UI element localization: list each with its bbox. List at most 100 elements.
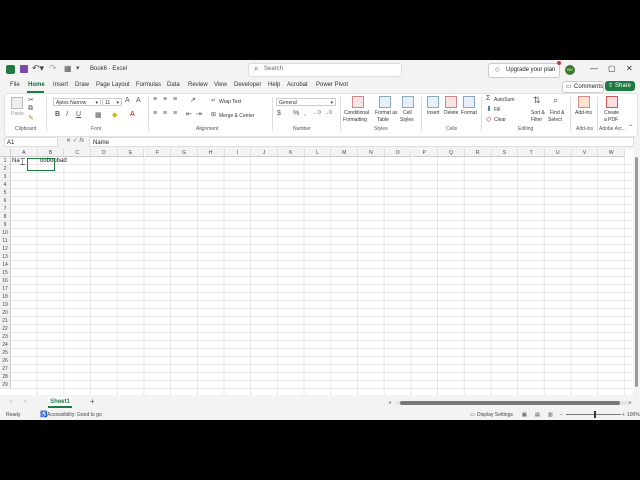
normal-view-icon[interactable]: ▦	[522, 412, 527, 418]
row-header[interactable]: 10	[0, 229, 11, 237]
copy-icon[interactable]: ⧉	[28, 105, 33, 113]
row-header[interactable]: 15	[0, 269, 11, 277]
horizontal-scroll-thumb[interactable]	[400, 401, 620, 405]
tab-draw[interactable]: Draw	[75, 82, 89, 88]
maximize-icon[interactable]: ▢	[608, 64, 616, 73]
column-header[interactable]: O	[384, 149, 412, 157]
column-header[interactable]: H	[197, 149, 225, 157]
column-header[interactable]: C	[64, 149, 92, 157]
tab-home[interactable]: Home	[28, 82, 45, 88]
row-header[interactable]: 20	[0, 309, 11, 317]
formula-input[interactable]: Name	[89, 137, 634, 147]
row-header[interactable]: 18	[0, 293, 11, 301]
column-header[interactable]: W	[598, 149, 626, 157]
cell-styles-icon[interactable]	[402, 96, 414, 108]
accessibility-status[interactable]: Accessibility: Good to go	[47, 412, 102, 418]
format-as-table-icon[interactable]	[379, 96, 391, 108]
column-header[interactable]: N	[358, 149, 385, 157]
row-header[interactable]: 26	[0, 357, 11, 365]
align-right-icon[interactable]: ≡	[173, 110, 177, 117]
align-top-icon[interactable]: ≡	[153, 96, 157, 103]
column-header[interactable]: P	[411, 149, 439, 157]
prev-sheet-icon[interactable]: ‹	[10, 399, 12, 405]
spreadsheet-grid[interactable]: ABCDEFGHIJKLMNOPQRSTUVW 1 2 3 4 5 6 7 8 9 10 11 12 1…	[0, 149, 640, 395]
column-header[interactable]: F	[144, 149, 172, 157]
column-header[interactable]: U	[545, 149, 572, 157]
column-header[interactable]: J	[251, 149, 278, 157]
increase-decimal-icon[interactable]: ←0	[313, 110, 321, 116]
page-layout-view-icon[interactable]: ▤	[535, 412, 540, 418]
row-header[interactable]: 29	[0, 381, 11, 389]
column-header[interactable]: G	[171, 149, 198, 157]
row-header[interactable]: 22	[0, 325, 11, 333]
tab-power-pivot[interactable]: Power Pivot	[316, 82, 348, 88]
row-header[interactable]: 7	[0, 205, 11, 213]
font-name-dropdown[interactable]: Aptos Narrow ▾	[53, 98, 101, 106]
accounting-format-icon[interactable]: $	[277, 110, 281, 117]
number-format-dropdown[interactable]: General ▾	[276, 98, 336, 106]
close-icon[interactable]: ✕	[626, 64, 633, 73]
row-header[interactable]: 24	[0, 341, 11, 349]
column-header[interactable]: D	[91, 149, 118, 157]
align-center-icon[interactable]: ≡	[163, 110, 167, 117]
tab-formulas[interactable]: Formulas	[136, 82, 161, 88]
create-pdf-icon[interactable]	[606, 96, 618, 108]
row-header[interactable]: 9	[0, 221, 11, 229]
minimize-icon[interactable]: —	[590, 64, 598, 73]
column-header[interactable]: A	[11, 149, 38, 157]
select-all-corner[interactable]	[0, 149, 11, 157]
insert-cells-icon[interactable]	[427, 96, 439, 108]
row-header[interactable]: 6	[0, 197, 11, 205]
zoom-in-icon[interactable]: +	[622, 412, 625, 418]
fill-color-icon[interactable]: ◆	[112, 111, 117, 119]
collapse-ribbon-icon[interactable]: ⌃	[628, 124, 633, 131]
decrease-indent-icon[interactable]: ⇤	[186, 110, 192, 118]
borders-icon[interactable]: ▦	[95, 111, 102, 119]
percent-icon[interactable]: %	[293, 110, 299, 117]
zoom-out-icon[interactable]: −	[560, 412, 563, 418]
redo-icon[interactable]: ↷	[49, 63, 57, 74]
bold-icon[interactable]: B	[55, 111, 60, 118]
row-header[interactable]: 21	[0, 317, 11, 325]
orientation-icon[interactable]: ↗	[190, 96, 196, 104]
add-ins-icon[interactable]	[578, 96, 590, 108]
row-header[interactable]: 23	[0, 333, 11, 341]
tab-developer[interactable]: Developer	[234, 82, 261, 88]
column-header[interactable]: R	[464, 149, 492, 157]
tab-file[interactable]: File	[10, 82, 20, 88]
row-header[interactable]: 4	[0, 181, 11, 189]
row-header[interactable]: 8	[0, 213, 11, 221]
column-header[interactable]: E	[117, 149, 145, 157]
increase-indent-icon[interactable]: ⇥	[196, 110, 202, 118]
format-painter-icon[interactable]: ✎	[28, 114, 34, 122]
column-header[interactable]: V	[571, 149, 599, 157]
zoom-slider-knob[interactable]	[594, 411, 596, 418]
row-header[interactable]: 16	[0, 277, 11, 285]
row-header[interactable]: 13	[0, 253, 11, 261]
display-settings-button[interactable]: Display Settings	[477, 412, 513, 418]
row-header[interactable]: 3	[0, 173, 11, 181]
search-box[interactable]: ⌕ Search	[248, 63, 402, 77]
tab-data[interactable]: Data	[167, 82, 180, 88]
decrease-font-icon[interactable]: A	[136, 97, 141, 104]
underline-icon[interactable]: U	[76, 111, 81, 118]
upgrade-button[interactable]: ◇ Upgrade your plan	[488, 63, 560, 78]
row-header[interactable]: 2	[0, 165, 11, 173]
column-header[interactable]: B	[37, 149, 65, 157]
tab-page-layout[interactable]: Page Layout	[96, 82, 130, 88]
column-header[interactable]: K	[278, 149, 305, 157]
row-header[interactable]: 14	[0, 261, 11, 269]
zoom-level[interactable]: 100%	[627, 412, 640, 418]
font-size-dropdown[interactable]: 11 ▾	[102, 98, 122, 106]
column-header[interactable]: M	[331, 149, 359, 157]
cut-icon[interactable]: ✂	[28, 96, 34, 104]
delete-cells-icon[interactable]	[445, 96, 457, 108]
share-button[interactable]: ⇪ Share	[605, 81, 635, 91]
column-header[interactable]: S	[491, 149, 519, 157]
tab-review[interactable]: Review	[188, 82, 208, 88]
name-box[interactable]: A1	[4, 137, 58, 147]
formula-icons[interactable]: ✕ ✓ fx	[66, 137, 84, 144]
add-sheet-button[interactable]: +	[90, 397, 95, 406]
row-header[interactable]: 27	[0, 365, 11, 373]
avatar[interactable]: NV	[565, 65, 575, 75]
